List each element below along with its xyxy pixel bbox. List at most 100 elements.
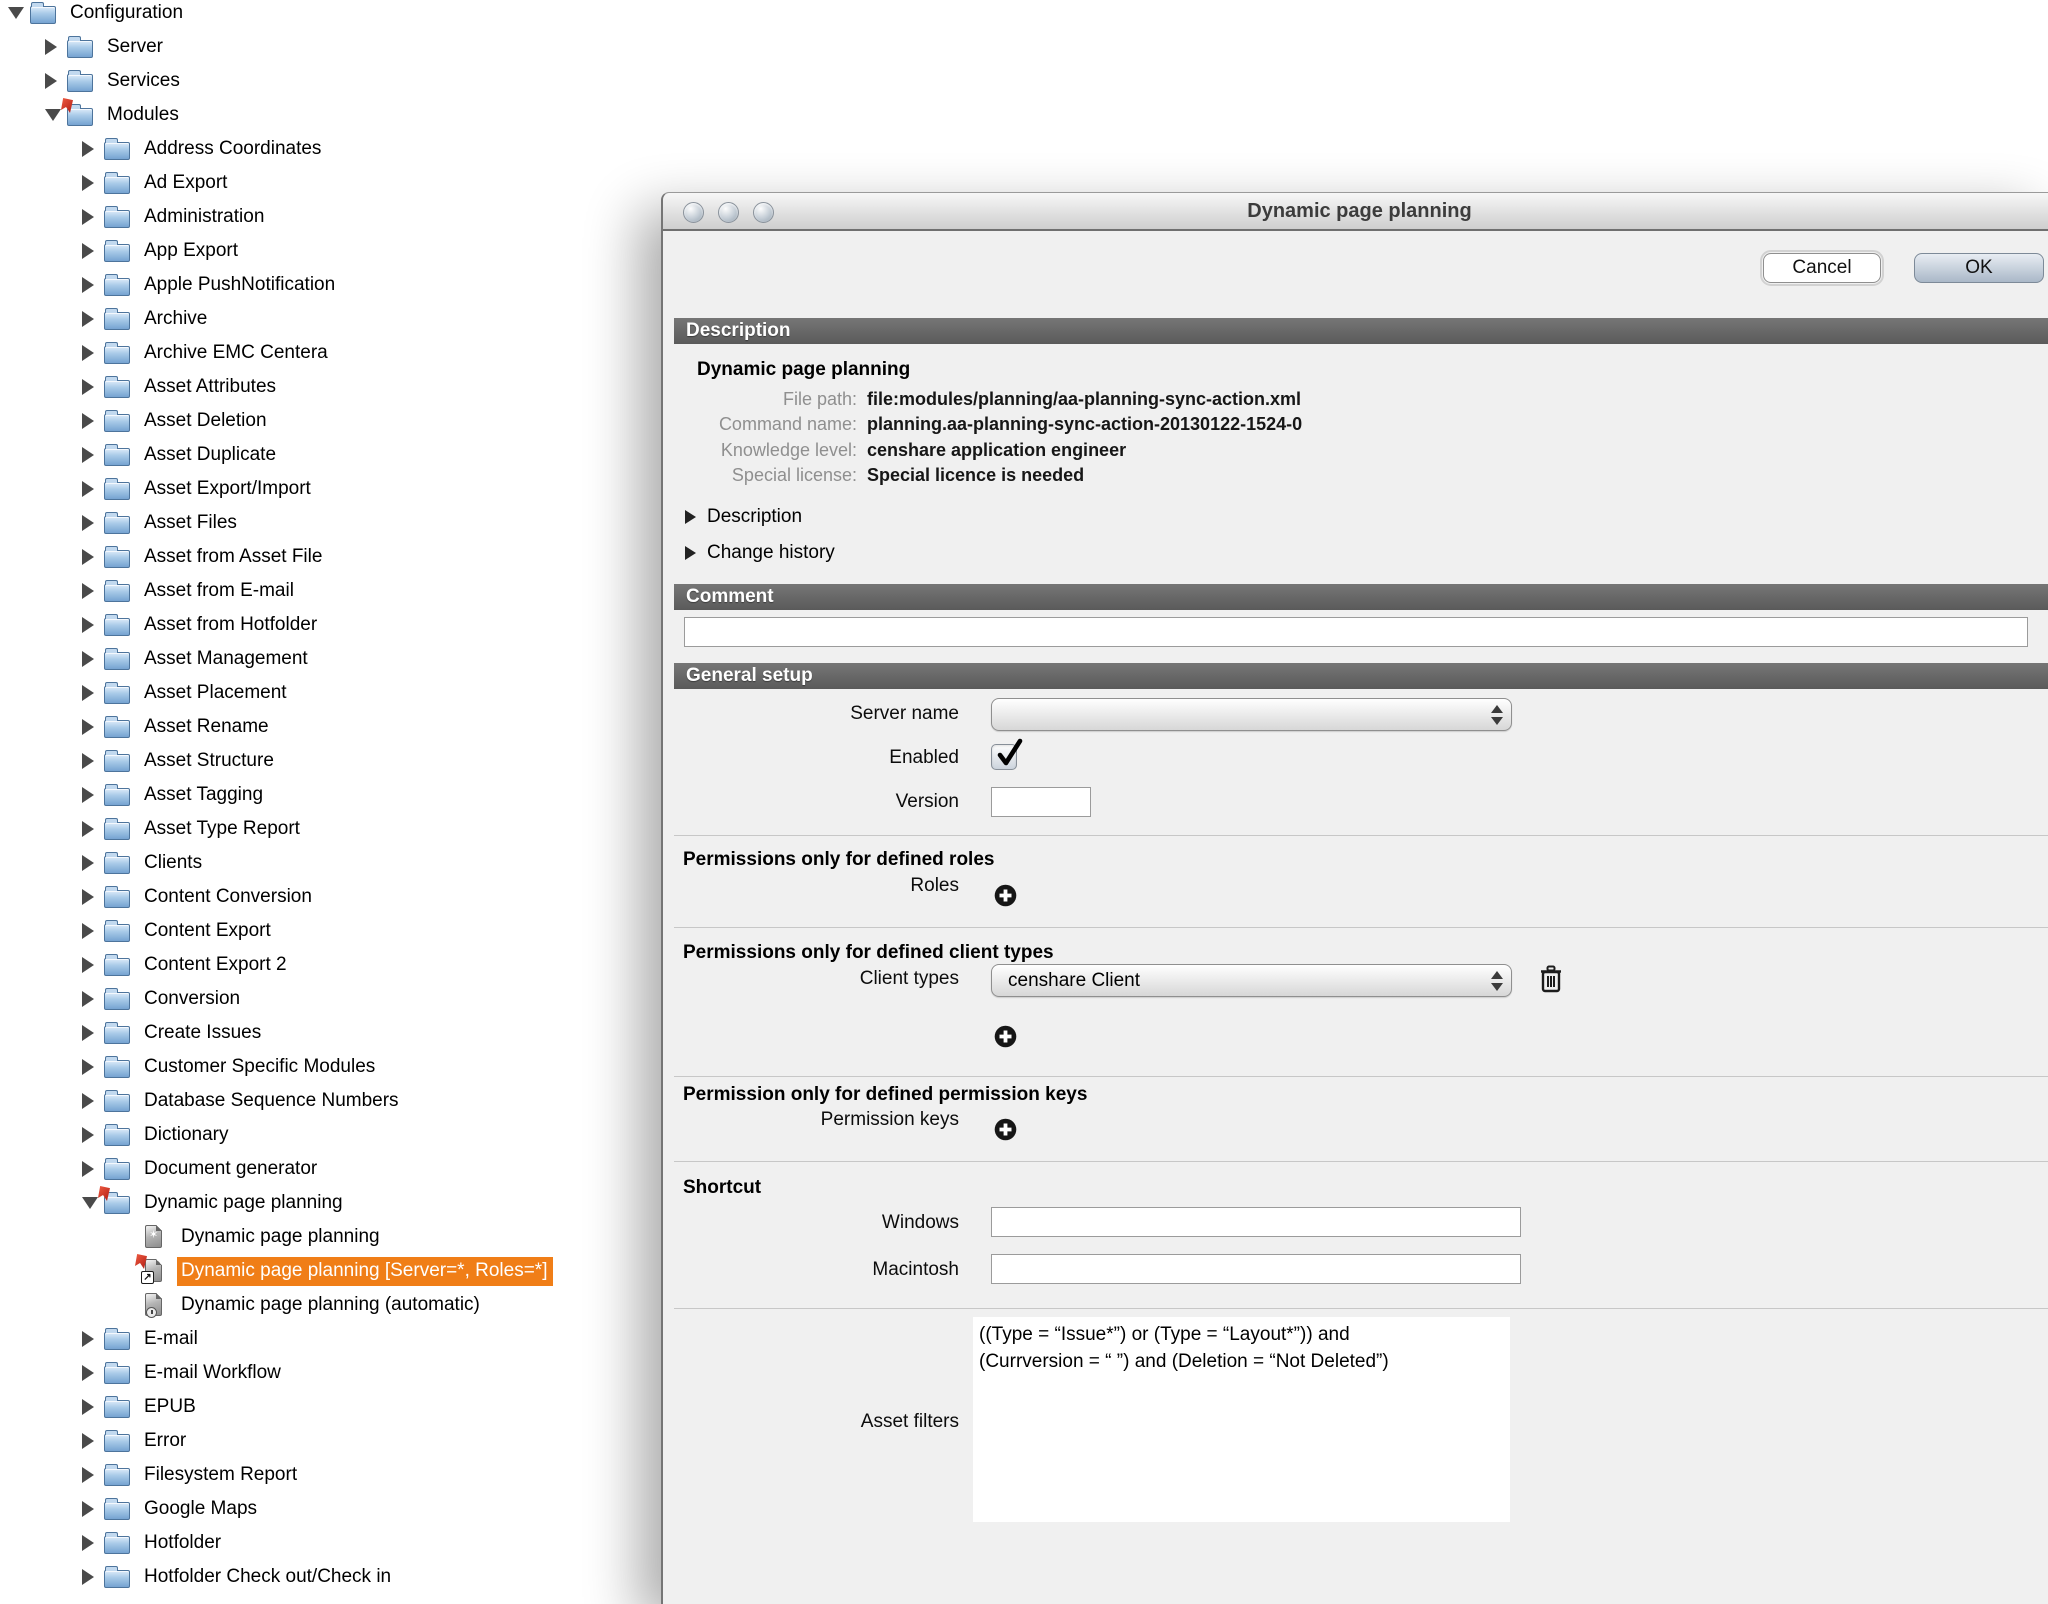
tree-item[interactable]: Customer Specific Modules bbox=[0, 1050, 660, 1084]
tree-item[interactable]: Asset Deletion bbox=[0, 404, 660, 438]
tree-item[interactable]: Database Sequence Numbers bbox=[0, 1084, 660, 1118]
tree-item-label[interactable]: Configuration bbox=[66, 0, 189, 28]
tree-item-label[interactable]: Customer Specific Modules bbox=[140, 1053, 381, 1082]
client-types-select[interactable]: censhare Client bbox=[991, 964, 1512, 997]
tree-item[interactable]: Content Export 2 bbox=[0, 948, 660, 982]
tree-item[interactable]: Asset Type Report bbox=[0, 812, 660, 846]
disclosure-triangle-icon[interactable] bbox=[82, 311, 94, 327]
tree-item[interactable]: Dynamic page planning (automatic) bbox=[0, 1288, 660, 1322]
disclosure-triangle-icon[interactable] bbox=[82, 753, 94, 769]
disclosure-triangle-icon[interactable] bbox=[82, 1399, 94, 1415]
tree-item[interactable]: Filesystem Report bbox=[0, 1458, 660, 1492]
tree-item-label[interactable]: Hotfolder bbox=[140, 1529, 227, 1558]
tree-item-label[interactable]: Dynamic page planning (automatic) bbox=[177, 1291, 486, 1320]
disclosure-triangle-icon[interactable] bbox=[82, 787, 94, 803]
disclosure-triangle-icon[interactable] bbox=[82, 345, 94, 361]
tree-item-label[interactable]: Content Export bbox=[140, 917, 277, 946]
tree-item-label[interactable]: Hotfolder Check out/Check in bbox=[140, 1563, 397, 1592]
tree-item[interactable]: Error bbox=[0, 1424, 660, 1458]
delete-client-type-button[interactable] bbox=[1539, 965, 1563, 993]
tree-item-label[interactable]: Dynamic page planning [Server=*, Roles=*… bbox=[177, 1257, 553, 1286]
tree-item[interactable]: Administration bbox=[0, 200, 660, 234]
tree-item[interactable]: Archive EMC Centera bbox=[0, 336, 660, 370]
disclosure-triangle-icon[interactable] bbox=[82, 583, 94, 599]
tree-item-label[interactable]: Asset Attributes bbox=[140, 373, 282, 402]
disclosure-triangle-icon[interactable] bbox=[82, 515, 94, 531]
tree-item[interactable]: Google Maps bbox=[0, 1492, 660, 1526]
version-input[interactable] bbox=[991, 787, 1091, 817]
tree-item[interactable]: Document generator bbox=[0, 1152, 660, 1186]
tree-item-label[interactable]: Address Coordinates bbox=[140, 135, 327, 164]
disclosure-triangle-icon[interactable] bbox=[82, 175, 94, 191]
disclosure-triangle-icon[interactable] bbox=[82, 923, 94, 939]
disclosure-triangle-icon[interactable] bbox=[82, 209, 94, 225]
tree-item-label[interactable]: Create Issues bbox=[140, 1019, 267, 1048]
disclosure-triangle-icon[interactable] bbox=[82, 1331, 94, 1347]
tree-item[interactable]: E-mail Workflow bbox=[0, 1356, 660, 1390]
disclosure-triangle-icon[interactable] bbox=[82, 141, 94, 157]
tree-item-label[interactable]: Document generator bbox=[140, 1155, 323, 1184]
tree-item[interactable]: Create Issues bbox=[0, 1016, 660, 1050]
disclosure-triangle-icon[interactable] bbox=[82, 1093, 94, 1109]
tree-item[interactable]: Archive bbox=[0, 302, 660, 336]
tree-item-label[interactable]: Asset Placement bbox=[140, 679, 293, 708]
disclosure-triangle-icon[interactable] bbox=[82, 1535, 94, 1551]
tree-item[interactable]: Dictionary bbox=[0, 1118, 660, 1152]
tree-item[interactable]: Content Conversion bbox=[0, 880, 660, 914]
windows-shortcut-input[interactable] bbox=[991, 1207, 1521, 1237]
tree-item-label[interactable]: Modules bbox=[103, 101, 185, 130]
tree-item-label[interactable]: Asset from Hotfolder bbox=[140, 611, 323, 640]
tree-item-label[interactable]: Asset Rename bbox=[140, 713, 275, 742]
tree-item[interactable]: Asset Management bbox=[0, 642, 660, 676]
tree-item-label[interactable]: Dynamic page planning bbox=[177, 1223, 386, 1252]
ok-button[interactable]: OK bbox=[1914, 253, 2044, 283]
tree-item[interactable]: Asset from E-mail bbox=[0, 574, 660, 608]
tree-item-label[interactable]: Asset Duplicate bbox=[140, 441, 282, 470]
tree-item[interactable]: Asset Structure bbox=[0, 744, 660, 778]
tree-item-label[interactable]: Google Maps bbox=[140, 1495, 263, 1524]
tree-item-label[interactable]: Archive bbox=[140, 305, 213, 334]
disclosure-triangle-icon[interactable] bbox=[82, 991, 94, 1007]
tree-item[interactable]: ✶Dynamic page planning bbox=[0, 1220, 660, 1254]
server-name-select[interactable] bbox=[991, 698, 1512, 731]
disclosure-triangle-icon[interactable] bbox=[82, 957, 94, 973]
disclosure-triangle-icon[interactable] bbox=[82, 1161, 94, 1177]
tree-item-label[interactable]: Asset from E-mail bbox=[140, 577, 300, 606]
tree-item-label[interactable]: App Export bbox=[140, 237, 244, 266]
disclosure-triangle-icon[interactable] bbox=[45, 39, 57, 55]
tree-item-label[interactable]: Asset Management bbox=[140, 645, 314, 674]
tree-item[interactable]: Asset Duplicate bbox=[0, 438, 660, 472]
disclosure-triangle-icon[interactable] bbox=[82, 379, 94, 395]
add-permission-key-button[interactable] bbox=[994, 1118, 1017, 1141]
disclosure-triangle-icon[interactable] bbox=[82, 685, 94, 701]
tree-item-label[interactable]: Database Sequence Numbers bbox=[140, 1087, 405, 1116]
description-toggle[interactable]: Description bbox=[685, 506, 802, 528]
tree-item[interactable]: Apple PushNotification bbox=[0, 268, 660, 302]
macintosh-shortcut-input[interactable] bbox=[991, 1254, 1521, 1284]
asset-filters-textarea[interactable]: ((Type = “Issue*”) or (Type = “Layout*”)… bbox=[973, 1317, 1510, 1522]
cancel-button[interactable]: Cancel bbox=[1763, 253, 1881, 283]
disclosure-triangle-icon[interactable] bbox=[8, 7, 24, 19]
disclosure-triangle-icon[interactable] bbox=[82, 1127, 94, 1143]
tree-item-label[interactable]: Asset Deletion bbox=[140, 407, 273, 436]
tree-item-label[interactable]: Clients bbox=[140, 849, 208, 878]
add-role-button[interactable] bbox=[994, 884, 1017, 907]
tree-item-label[interactable]: Dictionary bbox=[140, 1121, 234, 1150]
enabled-checkbox[interactable] bbox=[991, 744, 1017, 770]
disclosure-triangle-icon[interactable] bbox=[82, 719, 94, 735]
tree-item[interactable]: Address Coordinates bbox=[0, 132, 660, 166]
disclosure-triangle-icon[interactable] bbox=[45, 73, 57, 89]
tree-item-label[interactable]: Archive EMC Centera bbox=[140, 339, 334, 368]
dialog-titlebar[interactable]: Dynamic page planning bbox=[663, 193, 2048, 231]
disclosure-triangle-icon[interactable] bbox=[82, 1059, 94, 1075]
tree-item-label[interactable]: Asset from Asset File bbox=[140, 543, 328, 572]
disclosure-triangle-icon[interactable] bbox=[82, 1197, 98, 1209]
disclosure-triangle-icon[interactable] bbox=[82, 1025, 94, 1041]
tree-item-label[interactable]: Filesystem Report bbox=[140, 1461, 303, 1490]
tree-item-label[interactable]: EPUB bbox=[140, 1393, 202, 1422]
tree-item-label[interactable]: Services bbox=[103, 67, 186, 96]
change-history-toggle[interactable]: Change history bbox=[685, 542, 835, 564]
tree-item[interactable]: Asset Tagging bbox=[0, 778, 660, 812]
disclosure-triangle-icon[interactable] bbox=[82, 549, 94, 565]
tree-item[interactable]: Asset Attributes bbox=[0, 370, 660, 404]
